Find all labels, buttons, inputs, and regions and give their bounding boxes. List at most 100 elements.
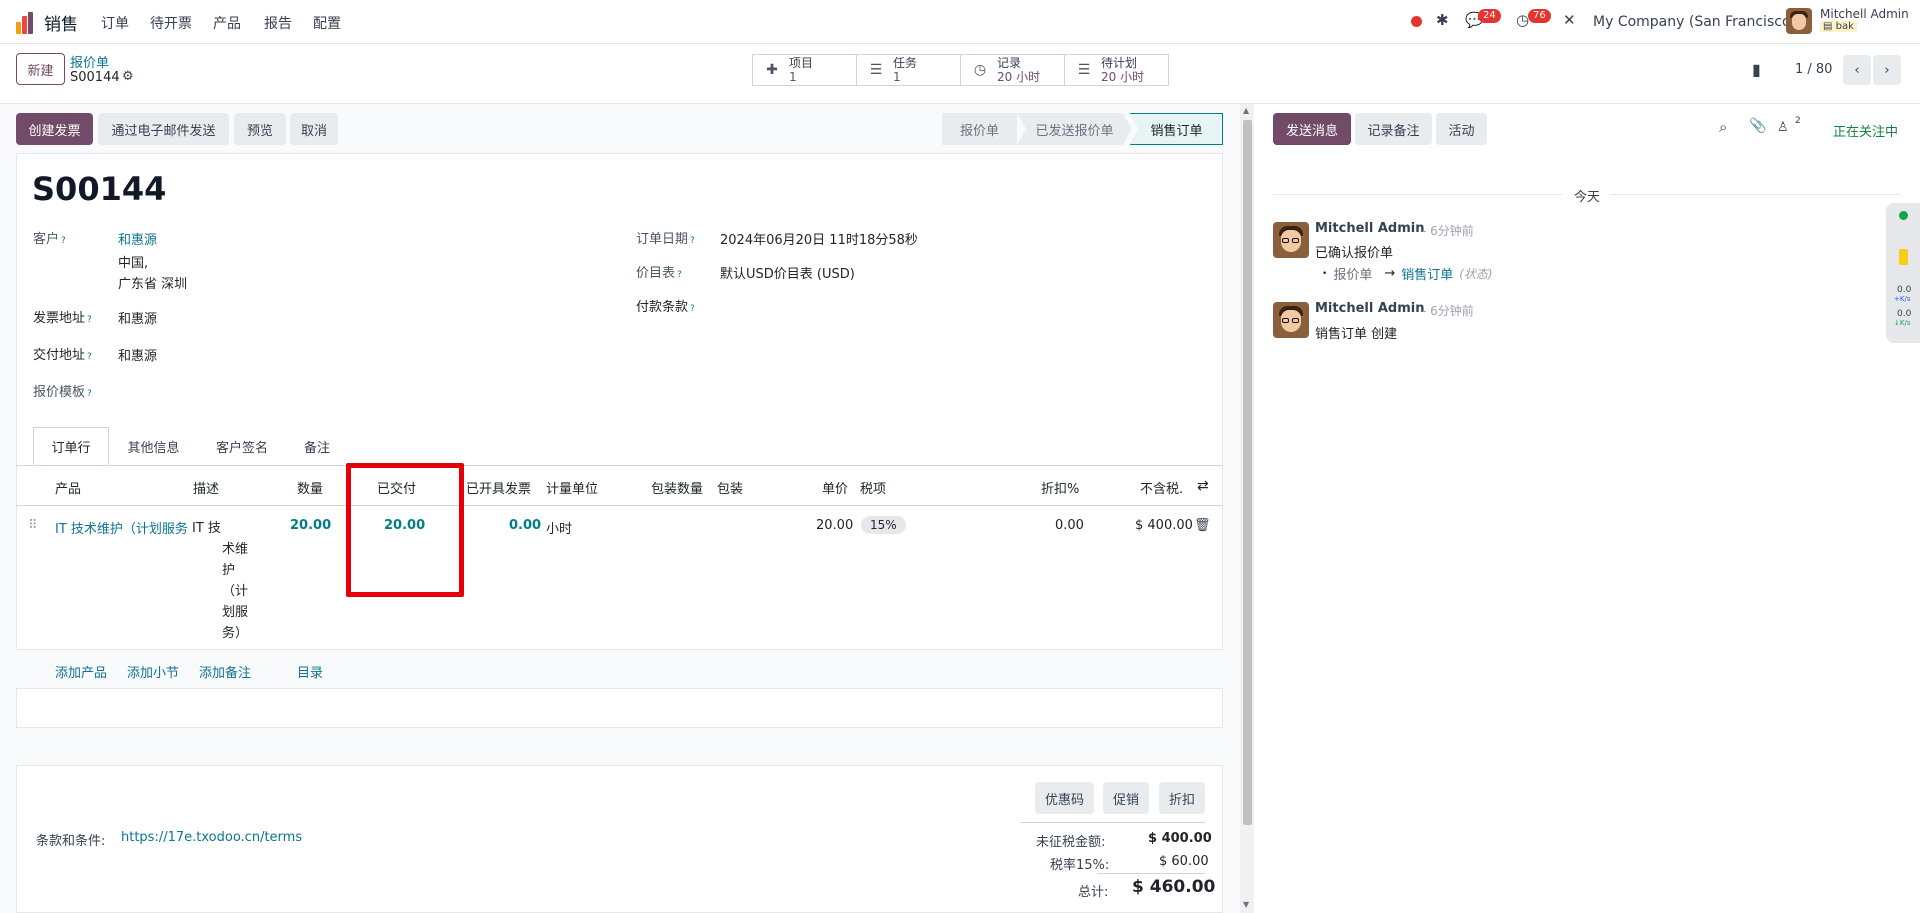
menu-orders[interactable]: 订单 (101, 13, 129, 33)
bookmark-icon[interactable]: ▮ (1752, 60, 1761, 79)
add-note-link[interactable]: 添加备注 (199, 662, 251, 681)
search-icon[interactable]: ⌕ (1719, 118, 1727, 136)
tax-label: 税率15%: (1050, 858, 1110, 873)
column-uom[interactable]: 计量单位 (546, 478, 598, 497)
paperclip-icon[interactable]: 📎 (1749, 118, 1766, 134)
log-note-button[interactable]: 记录备注 (1355, 113, 1432, 145)
column-quantity[interactable]: 数量 (297, 478, 323, 497)
pager-value[interactable]: 1 / 80 (1795, 62, 1832, 77)
column-subtotal[interactable]: 不含税. (1140, 478, 1183, 497)
breadcrumb-quotations[interactable]: 报价单 (70, 52, 109, 71)
tab-notes[interactable]: 备注 (287, 427, 347, 465)
user-name[interactable]: Mitchell Admin (1820, 7, 1909, 21)
line-unit-price[interactable]: 20.00 (816, 518, 853, 533)
column-product[interactable]: 产品 (55, 478, 81, 497)
following-status[interactable]: 正在关注中 (1833, 121, 1898, 140)
record-icon[interactable] (1411, 16, 1422, 27)
followers-icon[interactable]: ♙ (1777, 120, 1789, 135)
smart-button-tasks[interactable]: ☰ 任务 1 (856, 54, 961, 86)
help-icon[interactable]: ? (677, 270, 682, 280)
optional-columns-toggle-icon[interactable]: ⇄ (1197, 478, 1209, 494)
smart-button-projects[interactable]: ✚ 项目 1 (752, 54, 857, 86)
line-uom[interactable]: 小时 (546, 518, 572, 537)
customer-field[interactable]: 和惠源 (118, 229, 157, 248)
gear-icon[interactable]: ⚙ (122, 69, 134, 84)
pricelist-field[interactable]: 默认USD价目表 (USD) (720, 263, 855, 282)
menu-configuration[interactable]: 配置 (313, 13, 341, 33)
terms-link[interactable]: https://17e.txodoo.cn/terms (121, 830, 302, 845)
status-sales-order[interactable]: 销售订单 (1130, 113, 1223, 145)
message-author[interactable]: Mitchell Admin (1315, 301, 1424, 316)
terms-label: 条款和条件: (36, 834, 106, 849)
battery-icon (1899, 249, 1908, 265)
menu-reporting[interactable]: 报告 (264, 13, 292, 33)
status-quotation[interactable]: 报价单 (942, 113, 1017, 145)
breadcrumb-current-record: S00144 (70, 70, 120, 85)
help-icon[interactable]: ? (690, 304, 695, 314)
line-tax-tag[interactable]: 15% (861, 516, 906, 534)
pager-next-button[interactable]: › (1873, 55, 1901, 85)
app-brand[interactable]: 销售 (16, 10, 78, 35)
user-avatar[interactable] (1786, 8, 1812, 34)
company-switcher[interactable]: My Company (San Francisco) (1593, 14, 1796, 30)
new-button[interactable]: 新建 (16, 53, 65, 85)
menu-to-invoice[interactable]: 待开票 (150, 13, 192, 33)
send-email-button[interactable]: 通过电子邮件发送 (98, 113, 229, 145)
message-author[interactable]: Mitchell Admin (1315, 221, 1424, 236)
bug-icon[interactable]: ✱ (1436, 11, 1449, 29)
tab-customer-signature[interactable]: 客户签名 (197, 427, 287, 465)
tab-other-info[interactable]: 其他信息 (110, 427, 197, 465)
help-icon[interactable]: ? (87, 315, 92, 325)
discount-button[interactable]: 折扣 (1159, 782, 1205, 814)
help-icon[interactable]: ? (87, 352, 92, 362)
catalog-link[interactable]: 目录 (297, 662, 323, 681)
untaxed-amount: $ 400.00 (1148, 831, 1212, 846)
activity-button[interactable]: 活动 (1436, 113, 1487, 145)
create-invoice-button[interactable]: 创建发票 (16, 113, 93, 145)
smart-button-planning[interactable]: ☰ 待计划 20 小时 (1064, 54, 1169, 86)
drag-handle-icon[interactable]: ⠿ (28, 518, 38, 533)
cancel-button[interactable]: 取消 (290, 113, 338, 145)
send-message-button[interactable]: 发送消息 (1273, 113, 1351, 145)
line-product[interactable]: IT 技术维护（计划服务 (55, 518, 190, 537)
invoice-address-field[interactable]: 和惠源 (118, 308, 157, 327)
line-discount[interactable]: 0.00 (1055, 518, 1084, 533)
order-date-field[interactable]: 2024年06月20日 11时18分58秒 (720, 229, 918, 248)
status-quotation-sent[interactable]: 已发送报价单 (1017, 113, 1132, 145)
line-description[interactable]: IT 技 术维 护 （计 划服 务） (192, 518, 248, 644)
column-unit-price[interactable]: 单价 (822, 478, 848, 497)
menu-products[interactable]: 产品 (213, 13, 241, 33)
scroll-up-icon[interactable]: ▲ (1243, 106, 1249, 115)
column-packaging[interactable]: 包装 (717, 478, 743, 497)
tab-order-lines[interactable]: 订单行 (33, 427, 109, 465)
column-invoiced[interactable]: 已开具发票 (466, 478, 531, 497)
coupon-button[interactable]: 优惠码 (1035, 782, 1094, 814)
trash-icon[interactable]: 🗑 (1194, 518, 1211, 533)
preview-button[interactable]: 预览 (234, 113, 286, 145)
message-author-avatar[interactable] (1273, 222, 1309, 258)
pager-previous-button[interactable]: ‹ (1843, 55, 1871, 85)
add-product-link[interactable]: 添加产品 (55, 662, 107, 681)
smart-button-timesheets[interactable]: ◷ 记录 20 小时 (960, 54, 1065, 86)
scroll-down-icon[interactable]: ▼ (1243, 900, 1249, 909)
promotion-button[interactable]: 促销 (1103, 782, 1149, 814)
scrollbar-thumb[interactable] (1243, 120, 1252, 825)
help-icon[interactable]: ? (690, 236, 695, 246)
add-line-row (16, 649, 1223, 689)
line-quantity[interactable]: 20.00 (290, 518, 331, 533)
column-taxes[interactable]: 税项 (860, 478, 886, 497)
help-icon[interactable]: ? (61, 236, 66, 246)
chevron-right-icon: › (1884, 62, 1890, 78)
add-section-link[interactable]: 添加小节 (127, 662, 179, 681)
network-speed-widget[interactable]: 0.0 +K/s 0.0 ↓K/s (1886, 203, 1920, 343)
delivery-address-field[interactable]: 和惠源 (118, 345, 157, 364)
column-description[interactable]: 描述 (193, 478, 219, 497)
column-packaging-qty[interactable]: 包装数量 (651, 478, 703, 497)
top-navbar: 销售 订单 待开票 产品 报告 配置 ✱ 💬 24 ◷ 76 ✕ My Comp… (0, 0, 1920, 44)
payment-terms-label: 付款条款? (636, 300, 695, 315)
clock-icon: ◷ (973, 62, 987, 78)
column-discount[interactable]: 折扣% (1041, 478, 1079, 497)
tools-icon[interactable]: ✕ (1563, 11, 1576, 29)
message-author-avatar[interactable] (1273, 302, 1309, 338)
help-icon[interactable]: ? (87, 389, 92, 399)
